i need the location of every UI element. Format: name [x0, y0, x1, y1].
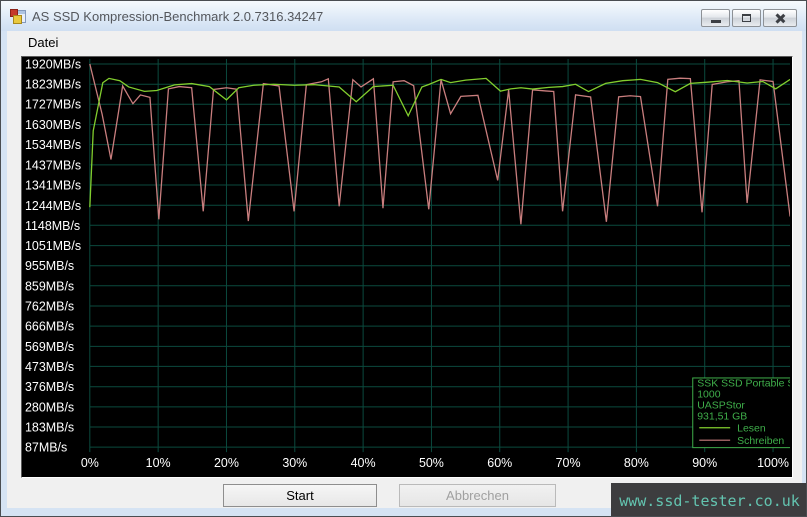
svg-text:SSK SSD Portable S: SSK SSD Portable S	[697, 378, 790, 389]
svg-text:50%: 50%	[419, 456, 444, 470]
window-title: AS SSD Kompression-Benchmark 2.0.7316.34…	[32, 9, 323, 24]
menu-bar: Datei	[7, 31, 802, 54]
svg-text:20%: 20%	[214, 456, 239, 470]
svg-text:183MB/s: 183MB/s	[25, 421, 74, 435]
svg-text:60%: 60%	[487, 456, 512, 470]
svg-text:280MB/s: 280MB/s	[25, 400, 74, 414]
svg-text:87MB/s: 87MB/s	[25, 441, 67, 455]
svg-text:1534MB/s: 1534MB/s	[25, 138, 81, 152]
svg-text:1727MB/s: 1727MB/s	[25, 98, 81, 112]
app-icon	[10, 8, 26, 24]
svg-text:376MB/s: 376MB/s	[25, 380, 74, 394]
app-window: AS SSD Kompression-Benchmark 2.0.7316.34…	[0, 0, 807, 517]
svg-text:80%: 80%	[624, 456, 649, 470]
svg-text:859MB/s: 859MB/s	[25, 279, 74, 293]
svg-text:1341MB/s: 1341MB/s	[25, 178, 81, 192]
minimize-button[interactable]	[701, 9, 730, 27]
svg-text:0%: 0%	[81, 456, 99, 470]
svg-text:1630MB/s: 1630MB/s	[25, 118, 81, 132]
maximize-icon	[742, 14, 751, 22]
svg-text:762MB/s: 762MB/s	[25, 299, 74, 313]
svg-text:931,51 GB: 931,51 GB	[697, 411, 747, 422]
svg-text:1244MB/s: 1244MB/s	[25, 199, 81, 213]
close-icon	[774, 13, 786, 24]
svg-text:90%: 90%	[692, 456, 717, 470]
cancel-button: Abbrechen	[399, 484, 556, 507]
svg-text:1051MB/s: 1051MB/s	[25, 239, 81, 253]
svg-text:Lesen: Lesen	[737, 424, 766, 435]
svg-text:Schreiben: Schreiben	[737, 436, 784, 447]
svg-text:1148MB/s: 1148MB/s	[25, 219, 80, 233]
benchmark-chart-svg: 1920MB/s 1823MB/s 1727MB/s 1630MB/s 1534MB/s…	[22, 57, 790, 475]
close-button[interactable]	[763, 9, 797, 27]
maximize-button[interactable]	[732, 9, 761, 27]
svg-text:1437MB/s: 1437MB/s	[25, 158, 81, 172]
chart-legend: SSK SSD Portable S1000UASPStor931,51 GB L…	[693, 378, 790, 448]
minimize-icon	[711, 20, 721, 23]
svg-text:473MB/s: 473MB/s	[25, 360, 74, 374]
svg-text:100%: 100%	[757, 456, 789, 470]
start-button[interactable]: Start	[223, 484, 377, 507]
svg-text:1000: 1000	[697, 389, 720, 400]
svg-text:1823MB/s: 1823MB/s	[25, 78, 81, 92]
svg-text:1920MB/s: 1920MB/s	[25, 57, 81, 71]
benchmark-chart: 1920MB/s 1823MB/s 1727MB/s 1630MB/s 1534MB/s…	[21, 56, 793, 478]
svg-text:UASPStor: UASPStor	[697, 400, 745, 411]
svg-text:70%: 70%	[556, 456, 581, 470]
svg-text:30%: 30%	[282, 456, 307, 470]
window-controls	[701, 9, 797, 27]
svg-text:10%: 10%	[146, 456, 171, 470]
svg-text:40%: 40%	[351, 456, 376, 470]
menu-item-datei[interactable]: Datei	[21, 33, 65, 52]
svg-text:955MB/s: 955MB/s	[25, 259, 74, 273]
title-bar[interactable]: AS SSD Kompression-Benchmark 2.0.7316.34…	[1, 1, 806, 31]
svg-text:569MB/s: 569MB/s	[25, 340, 74, 354]
watermark: www.ssd-tester.co.uk	[611, 483, 807, 517]
svg-text:666MB/s: 666MB/s	[25, 320, 74, 334]
